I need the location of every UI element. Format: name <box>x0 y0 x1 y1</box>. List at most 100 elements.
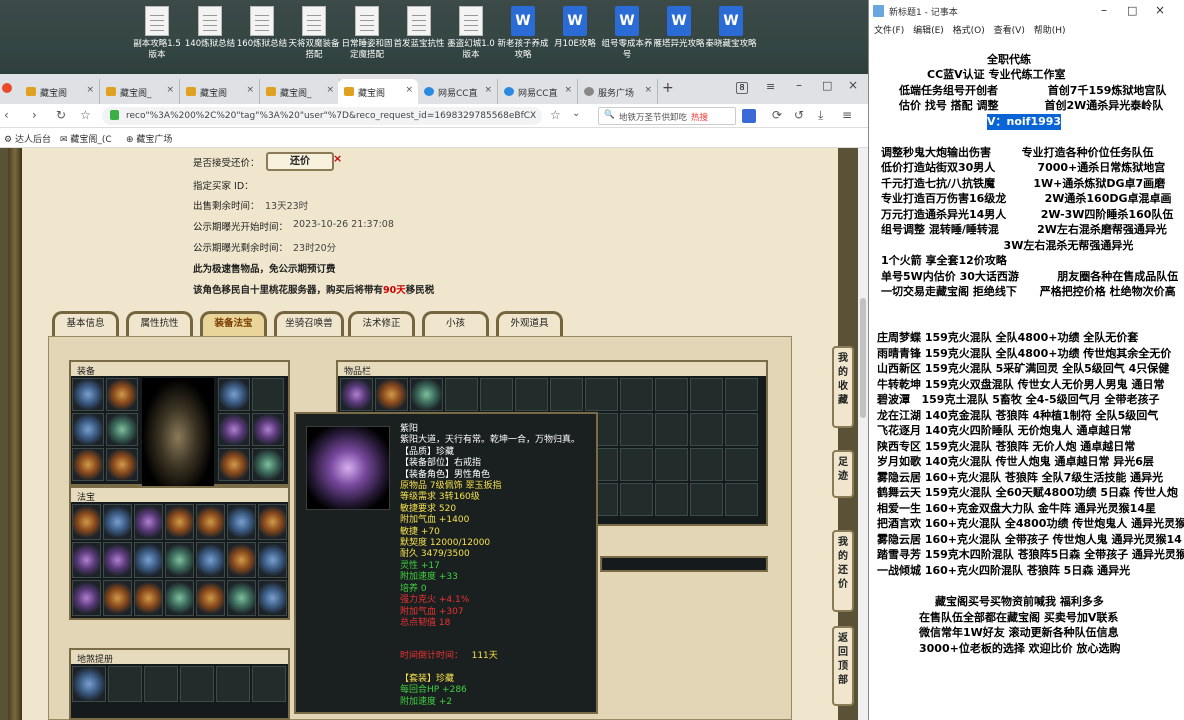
land-slot[interactable] <box>108 666 142 702</box>
inventory-slot[interactable] <box>445 378 478 411</box>
dropdown-icon[interactable]: ⌄ <box>572 108 580 119</box>
equip-slot[interactable] <box>106 378 138 411</box>
tab-close-icon[interactable]: × <box>644 85 652 95</box>
desktop-file-icon[interactable]: 140炼狱总结 <box>183 6 237 50</box>
magic-slot[interactable] <box>165 580 194 616</box>
tab-mounts-pets[interactable]: 坐骑召唤兽 <box>274 311 344 337</box>
more-icon[interactable]: ≡ <box>842 108 852 122</box>
equip-slot[interactable] <box>252 448 284 481</box>
inventory-slot[interactable] <box>725 413 758 446</box>
magic-slot[interactable] <box>103 504 132 540</box>
magic-slot[interactable] <box>134 542 163 578</box>
inventory-slot[interactable] <box>725 448 758 481</box>
equip-slot[interactable] <box>218 413 250 446</box>
inventory-slot[interactable] <box>515 378 548 411</box>
menu-format[interactable]: 格式(O) <box>953 26 985 36</box>
equip-slot[interactable] <box>106 413 138 446</box>
bookmark-star-icon[interactable]: ☆ <box>80 108 91 122</box>
reload-icon[interactable]: ↻ <box>56 108 66 122</box>
magic-slot[interactable] <box>258 580 287 616</box>
search-input[interactable]: 🔍 地铁万圣节供卸吃 热搜 <box>598 107 736 125</box>
desktop-word-icon[interactable]: W 新老孩子养成攻略 <box>496 6 550 61</box>
inventory-slot[interactable] <box>550 378 583 411</box>
equip-slot[interactable] <box>218 378 250 411</box>
inventory-slot[interactable] <box>655 413 688 446</box>
desktop-word-icon[interactable]: W 秦晓藏宝攻略 <box>704 6 758 50</box>
inventory-slot[interactable] <box>690 413 723 446</box>
menu-edit[interactable]: 编辑(E) <box>913 26 944 36</box>
equip-slot[interactable] <box>218 448 250 481</box>
browser-tab[interactable]: 藏宝阁 × <box>180 79 260 104</box>
land-slot[interactable] <box>216 666 250 702</box>
maximize-button[interactable]: □ <box>1127 4 1137 17</box>
bookmark-item[interactable]: ✉ 藏宝阁_(C <box>60 132 112 145</box>
inventory-slot[interactable] <box>620 413 653 446</box>
close-window-button[interactable]: × <box>848 78 858 92</box>
tab-attributes[interactable]: 属性抗性 <box>126 311 193 337</box>
desktop-file-icon[interactable]: 墨盗幻城1.0 版本 <box>444 6 498 61</box>
menu-view[interactable]: 查看(V) <box>994 26 1025 36</box>
desktop-word-icon[interactable]: W 组号零成本养号 <box>600 6 654 61</box>
menu-file[interactable]: 文件(F) <box>874 26 904 36</box>
browser-tab[interactable]: 藏宝阁_ × <box>260 79 340 104</box>
land-slot[interactable] <box>252 666 286 702</box>
browser-tab-active[interactable]: 藏宝阁 × <box>338 79 418 104</box>
browser-tab[interactable]: 藏宝阁 × <box>20 79 100 104</box>
back-to-top-button[interactable]: 返回顶部 <box>832 626 854 706</box>
desktop-file-icon[interactable]: 副本攻略1.5 版本 <box>130 6 184 61</box>
equip-slot[interactable] <box>252 378 284 411</box>
inventory-slot[interactable] <box>375 378 408 411</box>
land-slot[interactable] <box>144 666 178 702</box>
tab-close-icon[interactable]: × <box>484 85 492 95</box>
magic-slot[interactable] <box>134 504 163 540</box>
inventory-slot[interactable] <box>655 378 688 411</box>
tab-close-icon[interactable]: × <box>246 85 254 95</box>
tab-close-icon[interactable]: × <box>564 85 572 95</box>
browser-tab[interactable]: 服务广场 × <box>578 79 658 104</box>
land-slot[interactable] <box>72 666 106 702</box>
tab-basic-info[interactable]: 基本信息 <box>52 311 119 337</box>
inventory-slot[interactable] <box>690 448 723 481</box>
desktop-word-icon[interactable]: W 雁塔异光攻略 <box>652 6 706 50</box>
desktop-file-icon[interactable]: 160炼狱总结 <box>235 6 289 50</box>
desktop-file-icon[interactable]: 日常睡姿和固定魔搭配 <box>340 6 394 61</box>
magic-slot[interactable] <box>196 580 225 616</box>
magic-slot[interactable] <box>72 542 101 578</box>
menu-icon[interactable]: ≡ <box>766 80 775 93</box>
search-go-icon[interactable] <box>742 109 756 123</box>
maximize-button[interactable]: □ <box>822 79 832 92</box>
magic-slot[interactable] <box>103 542 132 578</box>
magic-slot[interactable] <box>258 504 287 540</box>
desktop-file-icon[interactable]: 天将双魔装备搭配 <box>287 6 341 61</box>
magic-slot[interactable] <box>227 542 256 578</box>
browser-tab[interactable]: 网易CC直 × <box>498 79 578 104</box>
inventory-slot[interactable] <box>340 378 373 411</box>
desktop-word-icon[interactable]: W 月10E攻略 <box>548 6 602 50</box>
scroll-thumb[interactable] <box>860 298 866 418</box>
magic-slot[interactable] <box>134 580 163 616</box>
magic-slot[interactable] <box>165 542 194 578</box>
minimize-button[interactable]: – <box>1101 3 1107 17</box>
tab-equipment[interactable]: 装备法宝 <box>200 311 267 337</box>
magic-slot[interactable] <box>258 542 287 578</box>
inventory-slot[interactable] <box>480 378 513 411</box>
land-slot[interactable] <box>180 666 214 702</box>
notepad-text[interactable]: 全职代练 CC蓝V认证 专业代练工作室 低端任务组号开创者 首创7千159炼狱地… <box>869 38 1184 720</box>
inventory-slot[interactable] <box>725 483 758 516</box>
inventory-slot[interactable] <box>410 378 443 411</box>
magic-slot[interactable] <box>227 504 256 540</box>
download-icon[interactable]: ⤓ <box>818 108 823 123</box>
bookmark-item[interactable]: ⚙ 达人后台 <box>4 132 51 145</box>
close-x-icon[interactable]: × <box>333 152 342 165</box>
browser-tab[interactable]: 藏宝阁_ × <box>100 79 180 104</box>
inventory-slot[interactable] <box>655 448 688 481</box>
desktop-file-icon[interactable]: 首发蓝宝抗性 <box>392 6 446 50</box>
close-window-button[interactable]: × <box>1155 3 1165 17</box>
inventory-slot[interactable] <box>620 448 653 481</box>
url-field[interactable]: reco"%3A%200%2C%20"tag"%3A%20"user"%7D&r… <box>102 107 542 125</box>
tab-close-icon[interactable]: × <box>86 85 94 95</box>
equip-slot[interactable] <box>72 448 104 481</box>
magic-slot[interactable] <box>165 504 194 540</box>
magic-slot[interactable] <box>103 580 132 616</box>
favorite-icon[interactable]: ☆ <box>550 108 561 122</box>
